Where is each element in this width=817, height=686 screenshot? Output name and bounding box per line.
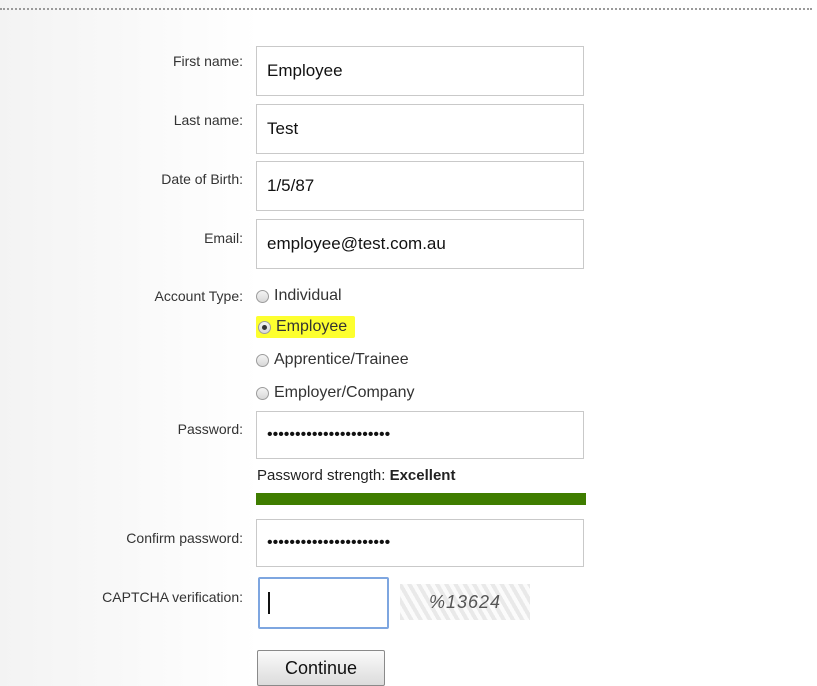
email-label: Email:: [204, 230, 243, 246]
captcha-image: %13624: [400, 584, 530, 620]
continue-button[interactable]: Continue: [257, 650, 385, 686]
strength-prefix: Password strength:: [257, 467, 386, 484]
radio-circle-icon[interactable]: [256, 353, 269, 367]
text-caret: [268, 592, 270, 614]
radio-label-employer: Employer/Company: [274, 384, 415, 401]
password-strength-text: Password strength: Excellent: [257, 467, 455, 484]
radio-individual[interactable]: Individual: [256, 282, 342, 310]
captcha-label: CAPTCHA verification:: [102, 589, 243, 605]
dob-field[interactable]: [256, 161, 584, 211]
top-divider: [0, 8, 812, 10]
radio-label-individual: Individual: [274, 287, 342, 304]
confirm-password-field[interactable]: ••••••••••••••••••••••: [256, 519, 584, 567]
radio-apprentice[interactable]: Apprentice/Trainee: [256, 346, 409, 374]
dob-label: Date of Birth:: [161, 171, 243, 187]
password-strength-bar: [256, 493, 586, 505]
strength-value: Excellent: [389, 467, 456, 484]
radio-label-employee: Employee: [276, 318, 348, 335]
password-label: Password:: [177, 421, 243, 437]
password-strength-fill: [256, 493, 586, 505]
radio-circle-icon[interactable]: [256, 386, 269, 400]
password-field[interactable]: ••••••••••••••••••••••: [256, 411, 584, 459]
radio-label-apprentice: Apprentice/Trainee: [274, 351, 409, 368]
email-field[interactable]: [256, 219, 584, 269]
confirm-password-label: Confirm password:: [126, 530, 243, 546]
account-type-label: Account Type:: [154, 288, 243, 304]
first-name-field[interactable]: [256, 46, 584, 96]
radio-employer[interactable]: Employer/Company: [256, 379, 415, 407]
radio-circle-icon[interactable]: [256, 289, 269, 303]
selected-highlight: Employee: [256, 316, 356, 338]
first-name-label: First name:: [172, 53, 243, 69]
last-name-field[interactable]: [256, 104, 584, 154]
captcha-input[interactable]: [258, 577, 389, 629]
radio-employee[interactable]: Employee: [256, 313, 356, 341]
last-name-label: Last name:: [173, 112, 243, 128]
radio-circle-checked-icon[interactable]: [258, 320, 271, 334]
